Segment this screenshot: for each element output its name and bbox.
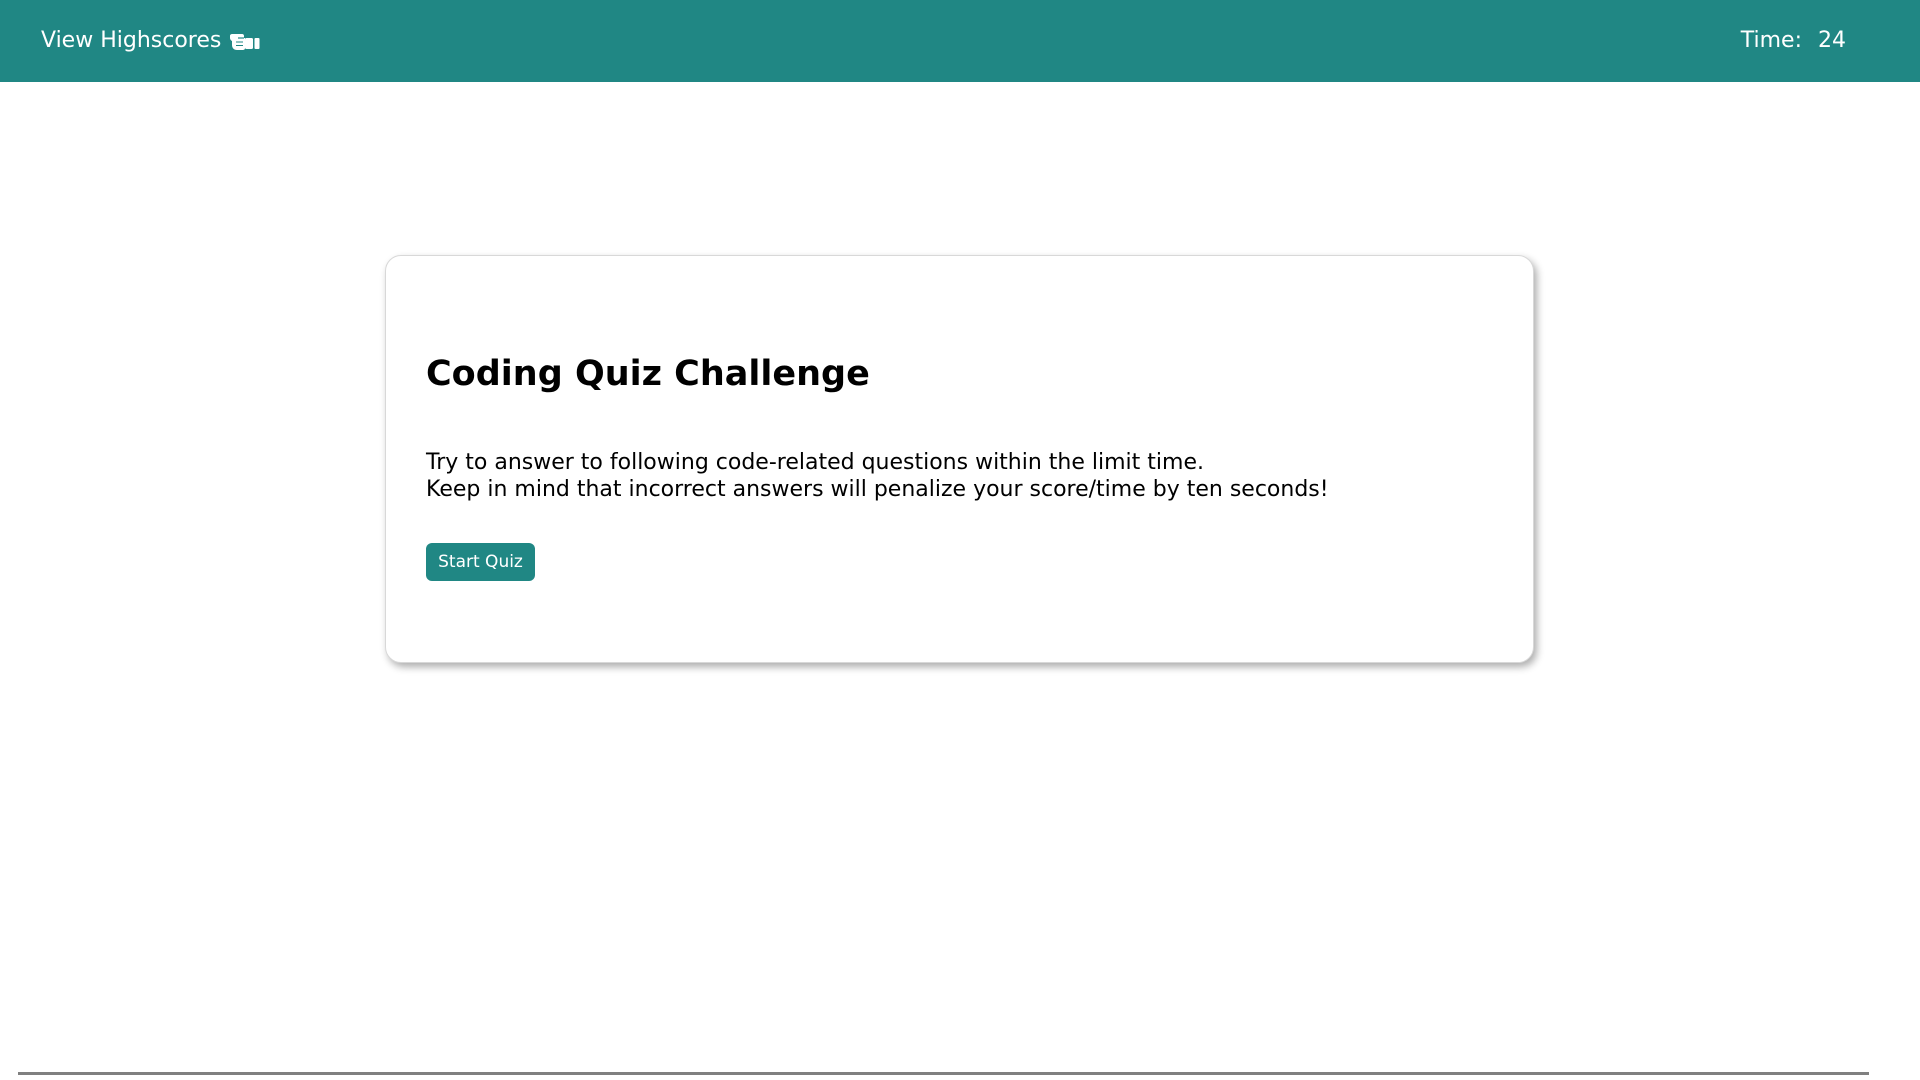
timer-value: 24: [1818, 28, 1846, 53]
top-bar: View Highscores Time: 24: [0, 0, 1920, 82]
timer: Time: 24: [1741, 25, 1846, 57]
quiz-page: View Highscores Time: 24 Coding Quiz Chal…: [0, 0, 1920, 1080]
timer-label: Time:: [1740, 28, 1802, 53]
footer-divider: [18, 1072, 1869, 1075]
instructions-line-2: Keep in mind that incorrect answers will…: [426, 477, 1329, 502]
quiz-title: Coding Quiz Challenge: [426, 354, 870, 394]
instructions-line-1: Try to answer to following code-related …: [426, 450, 1204, 475]
view-highscores-link[interactable]: View Highscores: [41, 25, 261, 57]
pointing-hand-icon: [229, 29, 261, 53]
start-quiz-button[interactable]: Start Quiz: [426, 543, 535, 581]
intro-card: Coding Quiz Challenge Try to answer to f…: [385, 255, 1534, 663]
view-highscores-label: View Highscores: [41, 28, 222, 53]
instructions: Try to answer to following code-related …: [426, 449, 1329, 503]
